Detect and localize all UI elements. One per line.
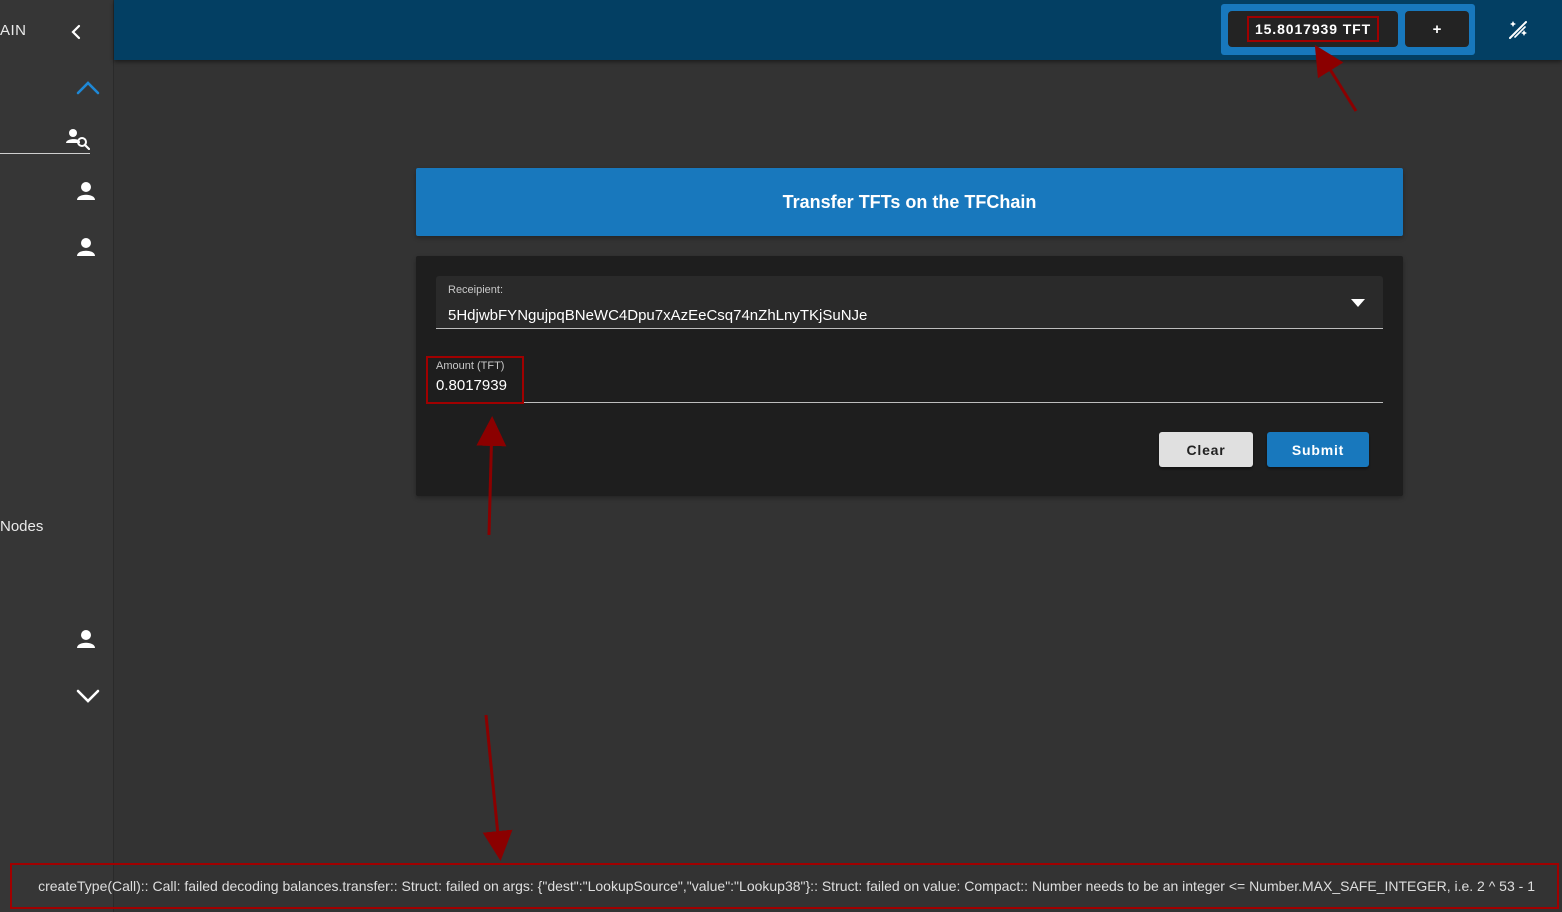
error-message: createType(Call):: Call: failed decoding…	[10, 863, 1559, 909]
chevron-up-icon[interactable]	[74, 76, 102, 100]
amount-field[interactable]: Amount (TFT)	[426, 356, 1383, 404]
person-icon[interactable]	[75, 180, 97, 202]
recipient-select[interactable]: Receipient: 5HdjwbFYNgujpqBNeWC4Dpu7xAzE…	[436, 276, 1383, 329]
submit-button[interactable]: Submit	[1267, 432, 1369, 467]
add-funds-button[interactable]: +	[1405, 11, 1469, 47]
balance-value: 15.8017939 TFT	[1246, 16, 1380, 42]
sidebar-item-nodes[interactable]: Nodes	[0, 518, 43, 535]
dropdown-arrow-icon[interactable]	[1350, 298, 1366, 308]
sidebar: AIN Nodes	[0, 0, 114, 912]
chevron-down-icon[interactable]	[74, 684, 102, 708]
person-icon[interactable]	[75, 628, 97, 650]
clear-button[interactable]: Clear	[1159, 432, 1253, 467]
transfer-form: Receipient: 5HdjwbFYNgujpqBNeWC4Dpu7xAzE…	[416, 256, 1403, 496]
person-icon[interactable]	[75, 236, 97, 258]
theme-toggle-icon[interactable]	[1506, 18, 1530, 42]
page-title: Transfer TFTs on the TFChain	[782, 191, 1037, 212]
chevron-left-icon[interactable]	[66, 20, 86, 44]
recipient-label: Receipient:	[448, 284, 504, 296]
page-header-card: Transfer TFTs on the TFChain	[416, 168, 1403, 236]
sidebar-title: AIN	[0, 22, 27, 39]
recipient-value: 5HdjwbFYNgujpqBNeWC4Dpu7xAzEeCsq74nZhLny…	[448, 307, 868, 324]
annotation-box	[426, 356, 524, 404]
balance-button[interactable]: 15.8017939 TFT	[1228, 11, 1398, 47]
account-search-icon[interactable]	[66, 128, 90, 150]
